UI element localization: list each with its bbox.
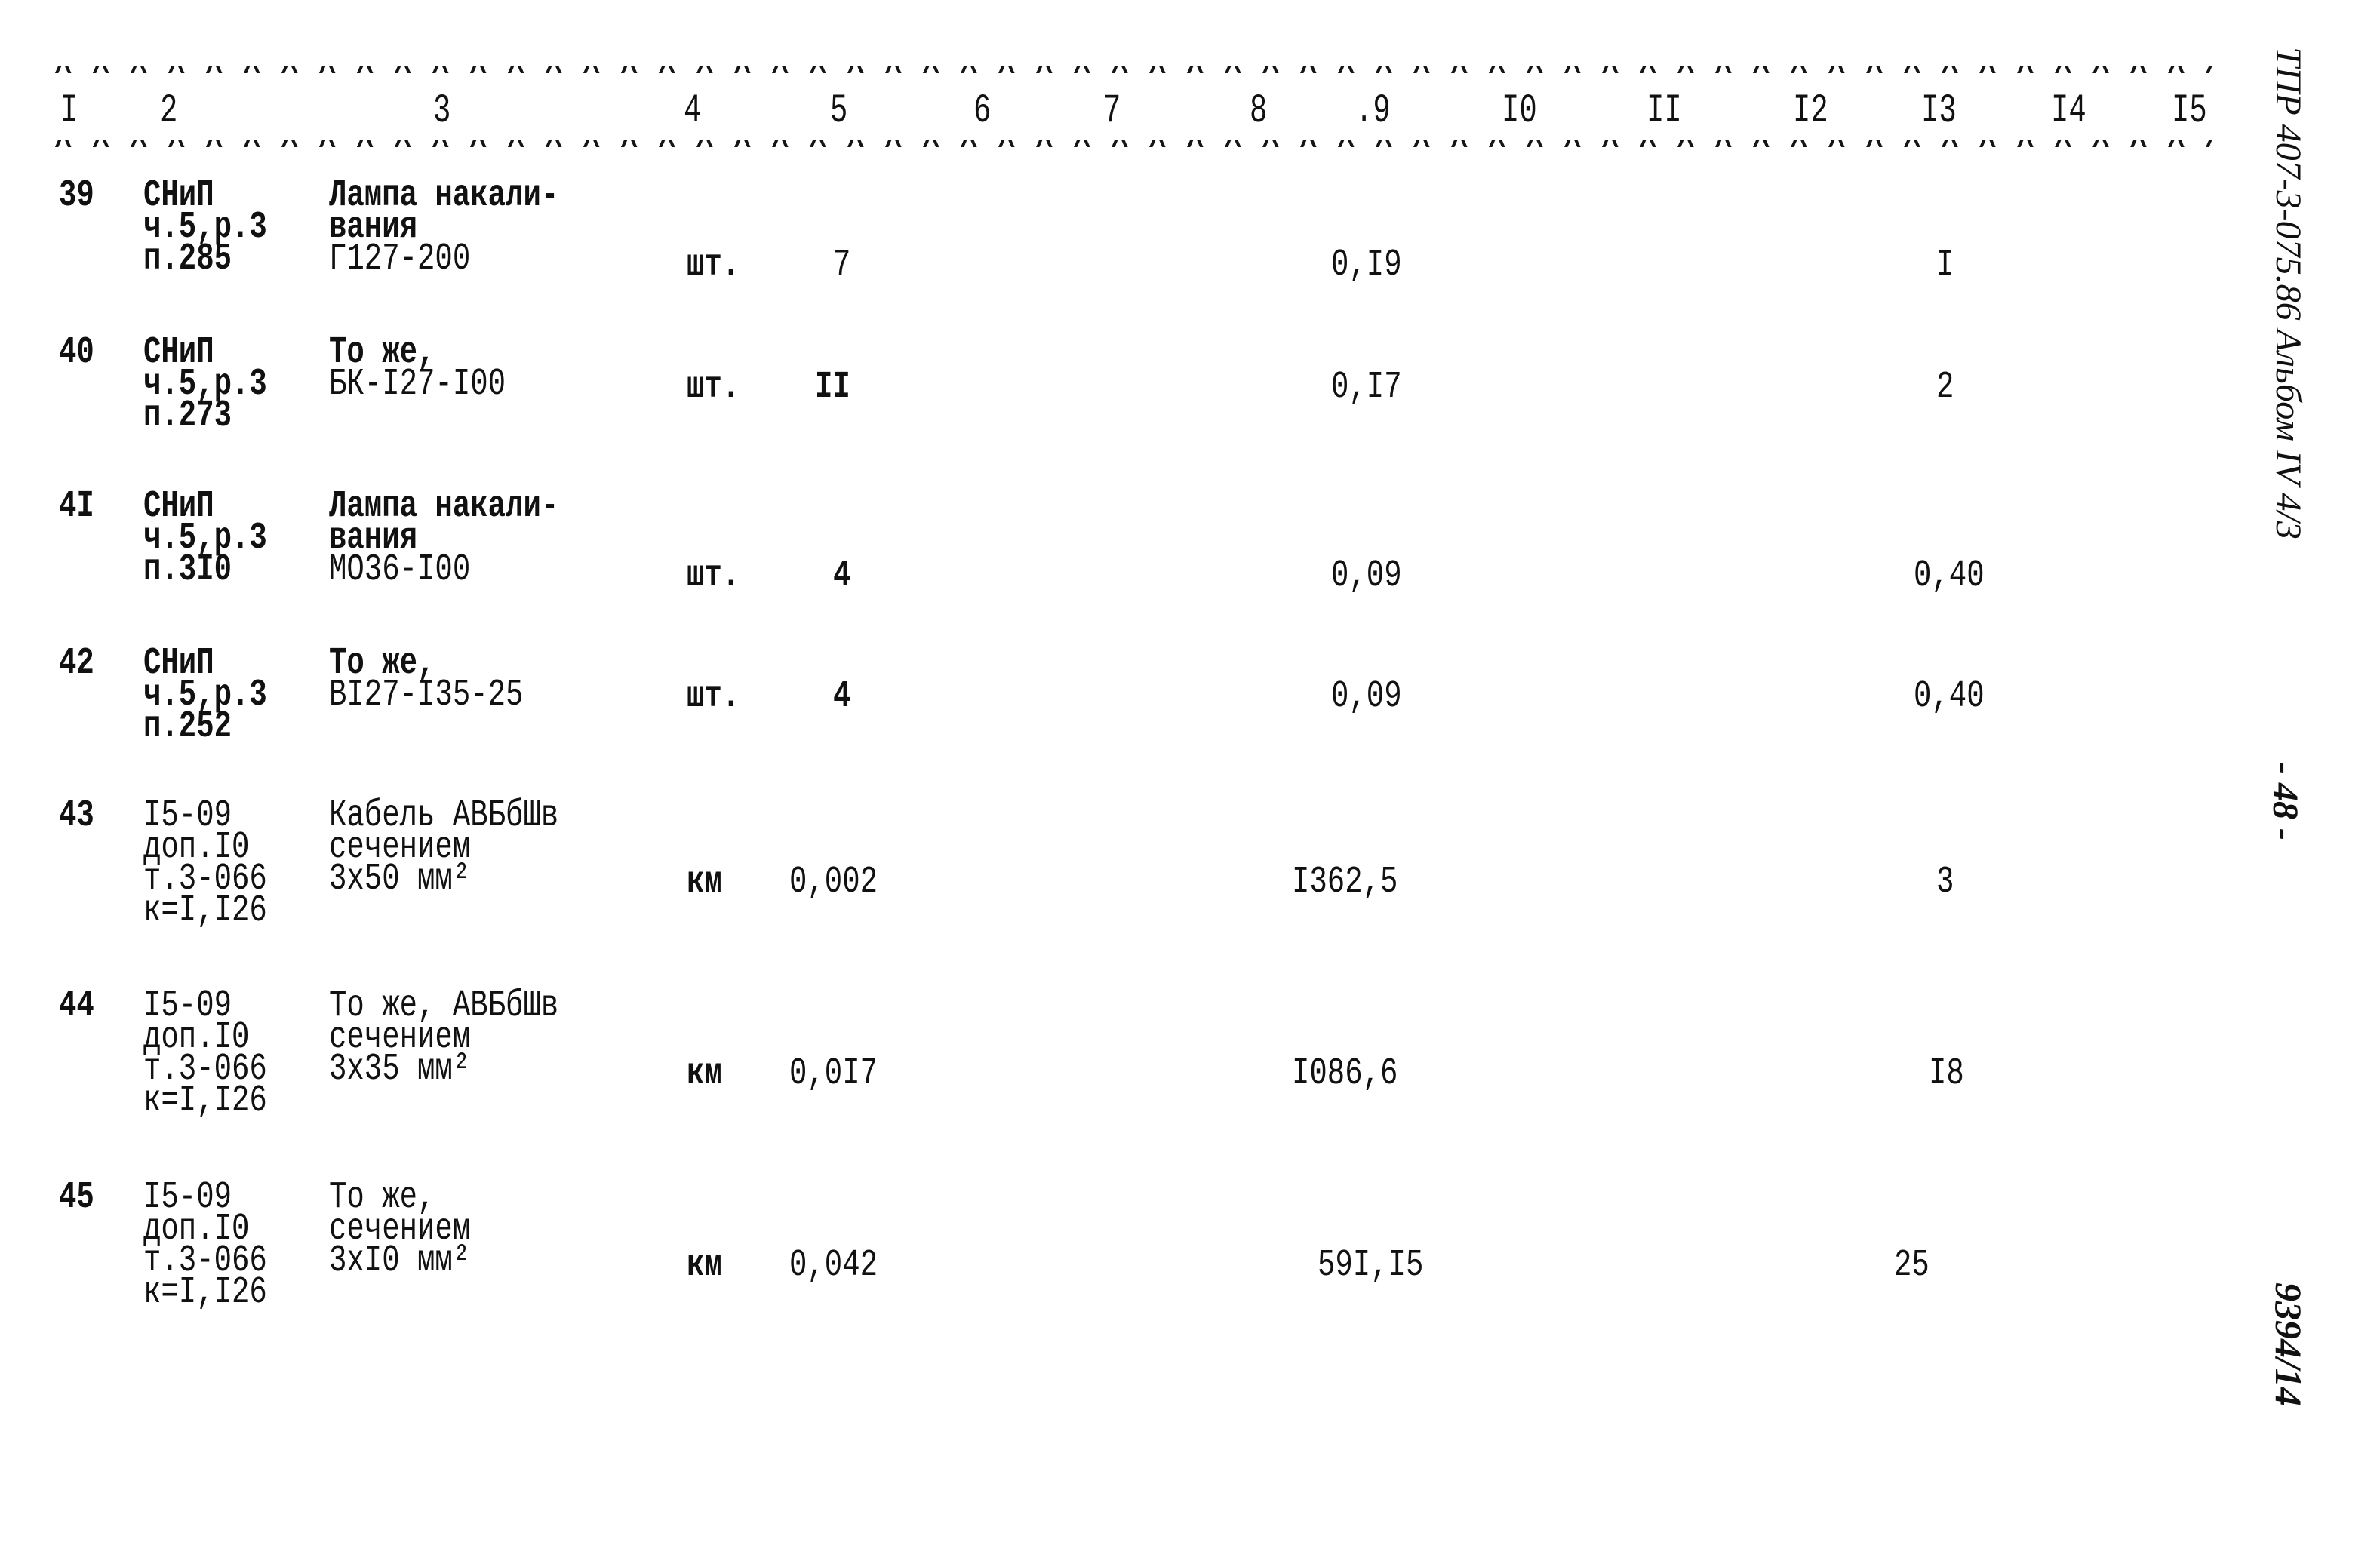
column-header-14: I4 <box>2051 88 2086 134</box>
column-header-9: .9 <box>1355 88 1391 134</box>
description-line: 3х50 мм² <box>329 858 471 901</box>
value-col9: 0,I7 <box>1331 366 1402 409</box>
reference-line: к=I,I26 <box>143 889 267 932</box>
value-col9: I086,6 <box>1292 1052 1398 1095</box>
column-header-2: 2 <box>160 88 178 134</box>
quantity: 4 <box>833 554 851 597</box>
inventory-number-stamp: 9394/14 <box>2268 1282 2310 1406</box>
reference-line: к=I,I26 <box>143 1271 267 1314</box>
column-header-4: 4 <box>684 88 702 134</box>
value-col9: 0,I9 <box>1331 244 1402 287</box>
value-col13: 0,40 <box>1914 675 1985 718</box>
column-header-8: 8 <box>1250 88 1268 134</box>
row-number: 43 <box>59 794 94 837</box>
column-header-13: I3 <box>1921 88 1957 134</box>
row-number: 39 <box>59 174 94 217</box>
quantity: 7 <box>833 244 851 287</box>
quantity: 0,042 <box>789 1244 878 1287</box>
column-header-15: I5 <box>2172 88 2207 134</box>
description-line: Г127-200 <box>329 238 471 281</box>
description-line: ВI27-I35-25 <box>329 674 524 717</box>
description-line: БК-I27-I00 <box>329 363 506 406</box>
value-col13: 3 <box>1936 861 1954 904</box>
reference-line: к=I,I26 <box>143 1080 267 1123</box>
quantity: 4 <box>833 675 851 718</box>
unit: км <box>687 1052 722 1095</box>
quantity: 0,002 <box>789 861 878 904</box>
column-header-7: 7 <box>1103 88 1121 134</box>
row-number: 40 <box>59 331 94 374</box>
column-header-5: 5 <box>830 88 848 134</box>
value-col9: 0,09 <box>1331 554 1402 597</box>
value-col9: 0,09 <box>1331 675 1402 718</box>
value-col13: I8 <box>1929 1052 1964 1095</box>
value-col13: 25 <box>1894 1244 1930 1287</box>
column-header-12: I2 <box>1793 88 1828 134</box>
row-number: 42 <box>59 642 94 685</box>
row-number: 45 <box>59 1176 94 1219</box>
document-code-stamp: ТПР 407-3-075.86 Альбом IV 4/3 <box>2268 47 2308 539</box>
row-number: 44 <box>59 984 94 1027</box>
unit: шт. <box>687 554 740 597</box>
description-line: 3х35 мм² <box>329 1048 471 1091</box>
reference-line: п.273 <box>143 395 232 438</box>
reference-line: п.252 <box>143 705 232 748</box>
header-bottom-rule: ^^^^^^^^^^^^^^^^^^^^^^^^^^^^^^^^^^^^^^^^… <box>54 140 2212 155</box>
column-header-1: I <box>60 88 78 134</box>
value-col13: 0,40 <box>1914 554 1985 597</box>
value-col13: 2 <box>1936 366 1954 409</box>
value-col13: I <box>1936 244 1954 287</box>
description-line: МО36-I00 <box>329 548 471 591</box>
quantity: II <box>815 366 850 409</box>
unit: км <box>687 1244 722 1287</box>
header-top-rule: ^^^^^^^^^^^^^^^^^^^^^^^^^^^^^^^^^^^^^^^^… <box>54 66 2212 81</box>
description-line: 3хI0 мм² <box>329 1239 471 1282</box>
value-col9: I362,5 <box>1292 861 1398 904</box>
row-number: 4I <box>59 485 94 528</box>
unit: шт. <box>687 366 740 409</box>
unit: шт. <box>687 675 740 718</box>
page-number: - 48 - <box>2265 762 2305 840</box>
column-header-3: 3 <box>433 88 451 134</box>
column-header-10: I0 <box>1502 88 1537 134</box>
quantity: 0,0I7 <box>789 1052 878 1095</box>
column-header-11: II <box>1647 88 1682 134</box>
unit: шт. <box>687 244 740 287</box>
unit: км <box>687 861 722 904</box>
value-col9: 59I,I5 <box>1318 1244 1424 1287</box>
reference-line: п.3I0 <box>143 548 232 591</box>
column-header-6: 6 <box>973 88 992 134</box>
reference-line: п.285 <box>143 238 232 281</box>
